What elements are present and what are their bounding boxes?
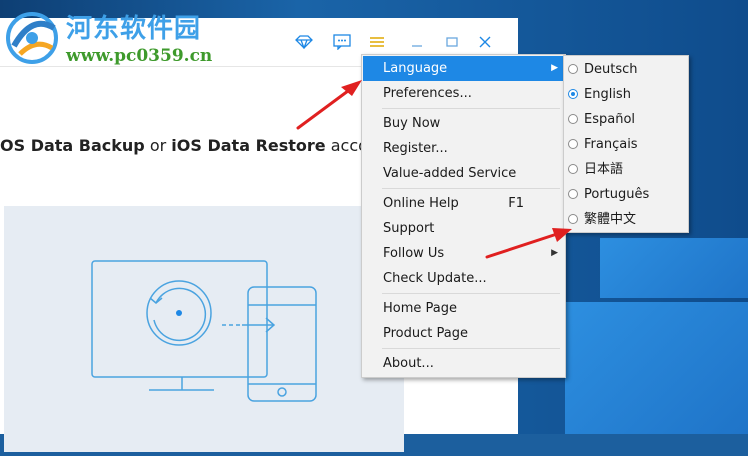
annotation-arrow-to-chinese — [485, 228, 572, 259]
annotation-arrow-to-language — [296, 80, 362, 130]
annotation-arrows — [296, 80, 572, 259]
